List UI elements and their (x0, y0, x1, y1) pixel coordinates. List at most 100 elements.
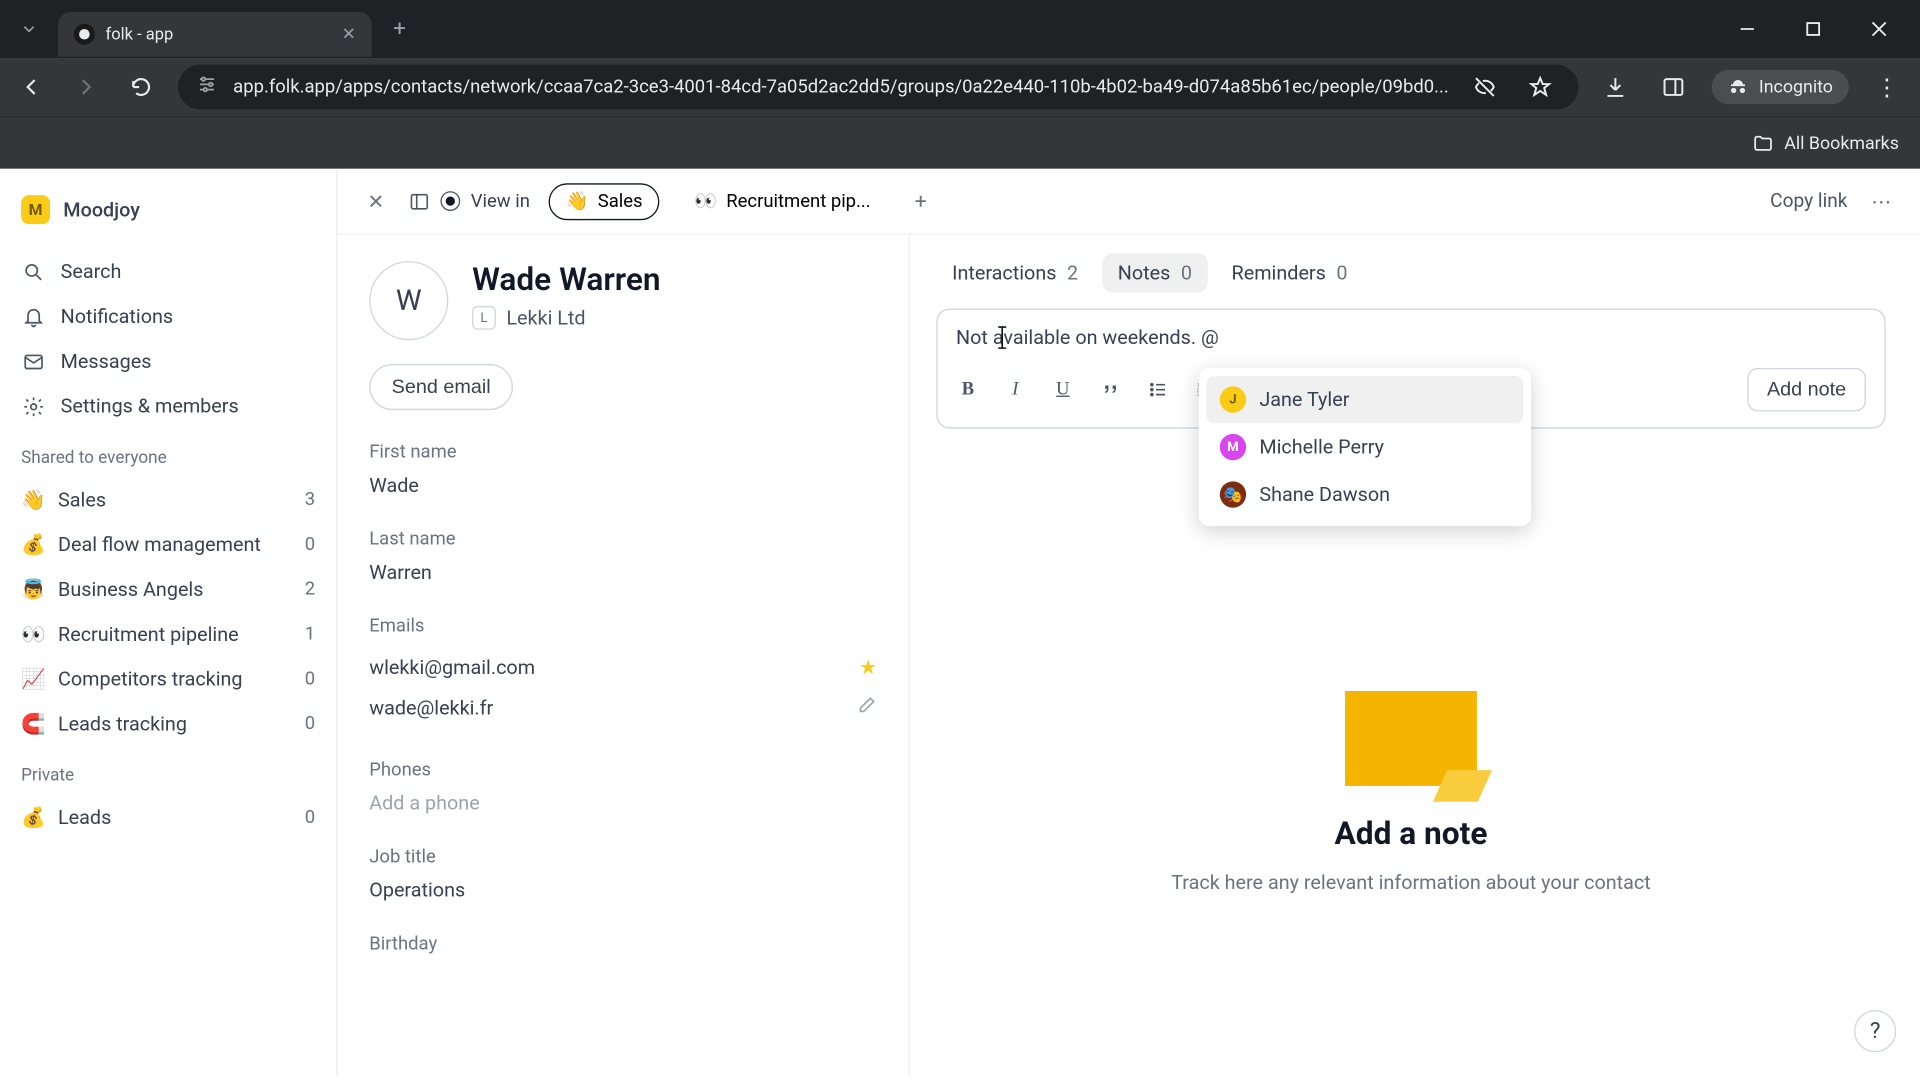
gear-icon (21, 394, 45, 418)
radio-selected-icon[interactable] (440, 191, 460, 211)
send-email-button[interactable]: Send email (369, 364, 513, 410)
all-bookmarks-link[interactable]: All Bookmarks (1753, 133, 1899, 154)
help-button[interactable]: ? (1854, 1010, 1896, 1052)
field-birthday[interactable]: Birthday (369, 934, 877, 955)
sidebar-notifications-label: Notifications (61, 305, 173, 329)
new-tab-button[interactable]: + (380, 9, 420, 49)
sidebar-group-competitors[interactable]: 📈Competitors tracking0 (13, 658, 323, 700)
add-group-pill-button[interactable]: + (905, 185, 937, 217)
bullet-list-button[interactable] (1146, 378, 1170, 402)
nav-reload-button[interactable] (123, 69, 159, 106)
site-settings-icon[interactable] (196, 74, 217, 100)
sidepanel-icon[interactable] (1654, 67, 1693, 107)
bookmarks-bar: All Bookmarks (0, 116, 1920, 169)
empty-subtitle: Track here any relevant information abou… (1171, 870, 1651, 894)
window-minimize-button[interactable] (1727, 9, 1767, 49)
sidebar-messages-label: Messages (61, 349, 152, 373)
window-close-button[interactable] (1859, 9, 1899, 49)
downloads-icon[interactable] (1596, 67, 1635, 107)
mention-item-michelle[interactable]: M Michelle Perry (1207, 423, 1523, 470)
browser-tab[interactable]: folk - app ✕ (58, 12, 372, 57)
sidebar-settings[interactable]: Settings & members (13, 385, 323, 427)
sidebar-group-leads[interactable]: 💰Leads0 (13, 796, 323, 838)
tab-search-dropdown[interactable] (0, 20, 58, 38)
tab-favicon (74, 24, 95, 45)
group-name: Deal flow management (58, 533, 292, 557)
main-panel: ✕ View in 👋 Sales 👀 Recruitment pip... +… (338, 169, 1920, 1076)
activity-column: Interactions2 Notes0 Reminders0 Not avai… (910, 235, 1920, 1076)
group-name: Leads tracking (58, 712, 292, 736)
group-count: 2 (305, 579, 315, 600)
mention-item-shane[interactable]: 🎭 Shane Dawson (1207, 471, 1523, 518)
sidebar-group-recruitment[interactable]: 👀Recruitment pipeline1 (13, 613, 323, 655)
tab-close-icon[interactable]: ✕ (342, 24, 356, 44)
italic-button[interactable]: I (1004, 378, 1028, 402)
sidebar-messages[interactable]: Messages (13, 340, 323, 382)
group-emoji: 👼 (21, 578, 45, 602)
detail-content: W Wade Warren L Lekki Ltd Send email Fir… (338, 235, 1920, 1076)
url-field[interactable]: app.folk.app/apps/contacts/network/ccaa7… (178, 65, 1578, 110)
bold-button[interactable]: B (956, 378, 980, 402)
email-row-secondary[interactable]: wade@lekki.fr (369, 687, 877, 728)
pill-label: Sales (598, 191, 643, 212)
email-row-primary[interactable]: wlekki@gmail.com ★ (369, 647, 877, 687)
group-name: Competitors tracking (58, 667, 292, 691)
group-name: Leads (58, 806, 292, 830)
group-count: 0 (305, 713, 315, 734)
sidebar-group-sales[interactable]: 👋 Sales 3 (13, 479, 323, 521)
group-pill-sales[interactable]: 👋 Sales (548, 183, 659, 220)
mention-name: Shane Dawson (1259, 483, 1390, 507)
sidebar-search-label: Search (61, 260, 122, 284)
sidebar-group-leads-tracking[interactable]: 🧲Leads tracking0 (13, 703, 323, 745)
contact-company[interactable]: L Lekki Ltd (472, 306, 877, 330)
group-name: Sales (58, 488, 292, 512)
contact-name: Wade Warren (472, 261, 877, 298)
group-count: 3 (305, 489, 315, 510)
nav-forward-button[interactable] (68, 69, 104, 106)
sidebar-group-angels[interactable]: 👼Business Angels2 (13, 568, 323, 610)
tab-notes[interactable]: Notes0 (1102, 253, 1208, 293)
mention-avatar: M (1220, 434, 1246, 460)
edit-icon[interactable] (857, 695, 877, 720)
field-first-name[interactable]: First name Wade (369, 442, 877, 497)
group-pill-recruitment[interactable]: 👀 Recruitment pip... (678, 184, 886, 218)
field-last-name[interactable]: Last name Warren (369, 529, 877, 584)
panel-icon (409, 191, 430, 212)
bell-icon (21, 305, 45, 329)
all-bookmarks-label: All Bookmarks (1784, 133, 1899, 154)
tab-reminders[interactable]: Reminders0 (1216, 253, 1364, 293)
company-badge: L (472, 306, 496, 330)
nav-back-button[interactable] (13, 69, 49, 106)
sidebar-notifications[interactable]: Notifications (13, 295, 323, 337)
field-label: Emails (369, 616, 877, 637)
copy-link-button[interactable]: Copy link (1770, 190, 1847, 212)
chrome-menu-button[interactable]: ⋮ (1867, 73, 1907, 101)
quote-button[interactable] (1098, 378, 1122, 402)
incognito-badge[interactable]: Incognito (1711, 70, 1848, 104)
group-emoji: 👋 (21, 488, 45, 512)
view-in-label: View in (471, 191, 530, 212)
sidebar-search[interactable]: Search (13, 251, 323, 293)
mention-item-jane[interactable]: J Jane Tyler (1207, 376, 1523, 423)
detail-menu-button[interactable]: ⋯ (1866, 189, 1896, 213)
window-maximize-button[interactable] (1793, 9, 1833, 49)
bookmark-star-icon[interactable] (1520, 67, 1560, 107)
field-job-title[interactable]: Job title Operations (369, 847, 877, 902)
mention-name: Jane Tyler (1259, 388, 1349, 412)
star-icon[interactable]: ★ (859, 655, 877, 679)
add-note-button[interactable]: Add note (1747, 368, 1866, 412)
note-editor[interactable]: Not available on weekends. @ B I U 123 A… (936, 309, 1885, 429)
group-emoji: 💰 (21, 806, 45, 830)
text-cursor-icon (993, 326, 1011, 350)
note-text-input[interactable]: Not available on weekends. @ (956, 326, 1866, 352)
pill-label: Recruitment pip... (726, 191, 870, 212)
field-phones[interactable]: Phones Add a phone (369, 760, 877, 815)
mention-avatar: J (1220, 386, 1246, 412)
browser-titlebar: folk - app ✕ + (0, 0, 1920, 58)
sidebar-group-dealflow[interactable]: 💰Deal flow management0 (13, 524, 323, 566)
tab-interactions[interactable]: Interactions2 (936, 253, 1094, 293)
workspace-switcher[interactable]: M Moodjoy (13, 185, 323, 235)
close-detail-button[interactable]: ✕ (361, 187, 390, 216)
eye-off-icon[interactable] (1465, 67, 1505, 107)
underline-button[interactable]: U (1051, 378, 1075, 402)
